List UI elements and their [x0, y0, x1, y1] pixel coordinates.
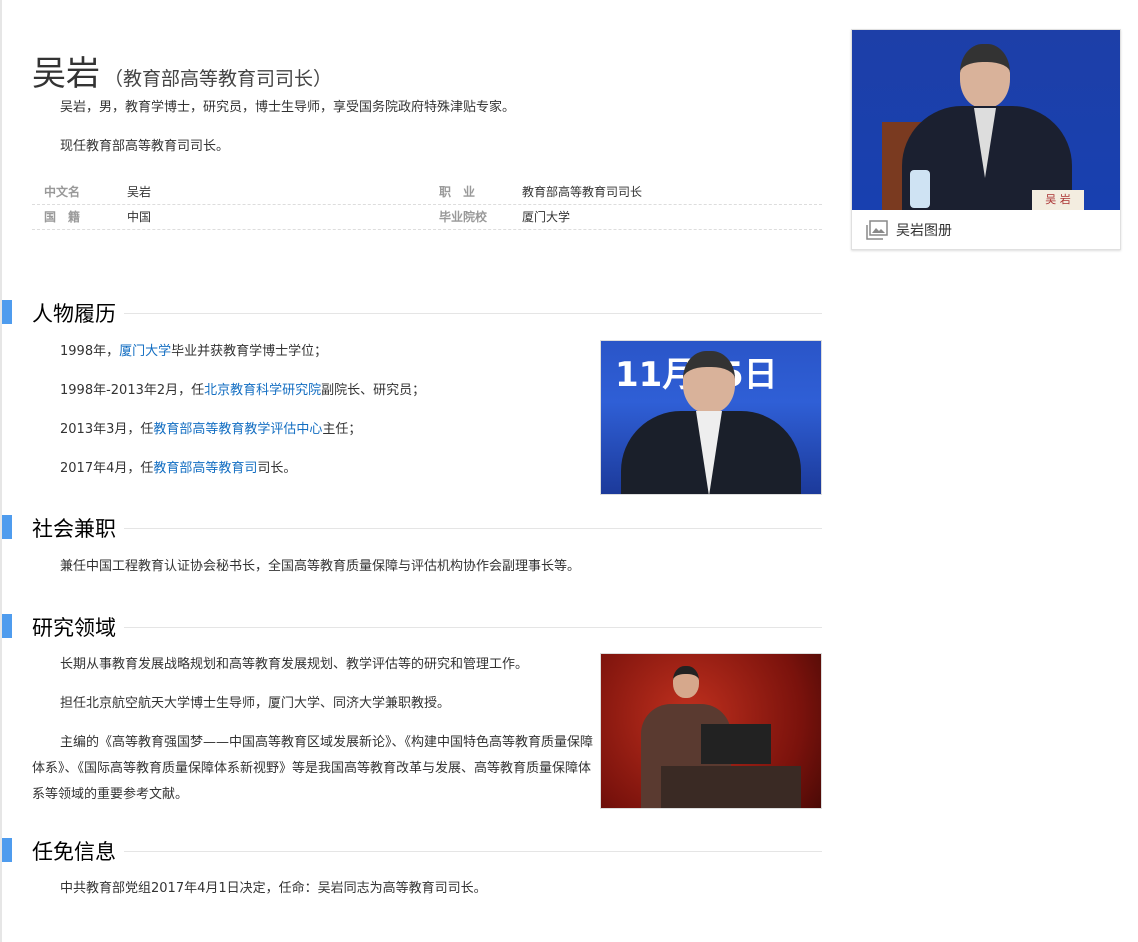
section-heading-career: 人物履历 — [2, 298, 822, 328]
album-caption-text: 吴岩图册 — [896, 223, 952, 239]
info-value: 吴岩 — [127, 185, 152, 199]
section-heading-social: 社会兼职 — [2, 513, 822, 543]
summary-text: 现任教育部高等教育司司长。 — [60, 139, 230, 154]
summary-text: 吴岩，男，教育学博士，研究员，博士生导师，享受国务院政府特殊津贴专家。 — [60, 100, 516, 115]
research-text: 长期从事教育发展战略规划和高等教育发展规划、教学评估等的研究和管理工作。 — [60, 657, 529, 672]
career-item: 2013年3月，任教育部高等教育教学评估中心主任； — [60, 422, 362, 437]
career-item: 1998年-2013年2月，任北京教育科学研究院副院长、研究员； — [60, 383, 426, 398]
image-gallery-icon — [866, 220, 888, 240]
section-title: 研究领域 — [32, 612, 124, 642]
info-value: 教育部高等教育司司长 — [522, 185, 643, 199]
album-caption[interactable]: 吴岩图册 — [852, 210, 1120, 250]
link-beijing-academy[interactable]: 北京教育科学研究院 — [204, 383, 321, 398]
research-text: 主编的《高等教育强国梦——中国高等教育区域发展新论》、《构建中国特色高等教育质量… — [32, 735, 594, 802]
info-value: 中国 — [127, 210, 152, 224]
basic-info-row: 中文名 吴岩 职 业 教育部高等教育司司长 — [32, 180, 822, 205]
career-item: 1998年，厦门大学毕业并获教育学博士学位； — [60, 344, 328, 359]
basic-info-row: 国 籍 中国 毕业院校 厦门大学 — [32, 205, 822, 230]
basic-info-table: 中文名 吴岩 职 业 教育部高等教育司司长 国 籍 中国 毕业院校 厦门大学 — [32, 180, 822, 230]
link-evaluation-center[interactable]: 教育部高等教育教学评估中心 — [153, 422, 322, 437]
person-subtitle: （教育部高等教育司司长） — [104, 68, 333, 90]
social-text: 兼任中国工程教育认证协会秘书长，全国高等教育质量保障与评估机构协作会副理事长等。 — [60, 559, 581, 574]
nameplate-text: 吴 岩 — [1032, 190, 1084, 210]
info-label: 中文名 — [44, 185, 81, 199]
section-heading-appointment: 任免信息 — [2, 836, 822, 866]
research-text: 担任北京航空航天大学博士生导师，厦门大学、同济大学兼职教授。 — [60, 696, 451, 711]
person-name: 吴岩 — [32, 54, 100, 94]
page-title: 吴岩 （教育部高等教育司司长） — [32, 46, 332, 95]
section-heading-research: 研究领域 — [2, 612, 822, 642]
section-title: 社会兼职 — [32, 513, 124, 543]
career-item: 2017年4月，任教育部高等教育司司长。 — [60, 461, 297, 476]
album-photo[interactable]: 吴 岩 — [852, 30, 1120, 210]
info-label: 毕业院校 — [439, 210, 488, 224]
link-higher-ed-dept[interactable]: 教育部高等教育司 — [153, 461, 257, 476]
research-photo[interactable] — [600, 653, 822, 809]
album-card[interactable]: 吴 岩 吴岩图册 — [851, 29, 1121, 250]
section-title: 人物履历 — [32, 298, 124, 328]
info-label: 国 籍 — [44, 210, 81, 224]
career-photo[interactable]: 11月25日 — [600, 340, 822, 495]
appointment-text: 中共教育部党组2017年4月1日决定，任命：吴岩同志为高等教育司司长。 — [60, 881, 487, 896]
link-xiamen-university[interactable]: 厦门大学 — [119, 344, 171, 359]
section-title: 任免信息 — [32, 836, 124, 866]
info-value: 厦门大学 — [522, 210, 571, 224]
info-label: 职 业 — [439, 185, 476, 199]
